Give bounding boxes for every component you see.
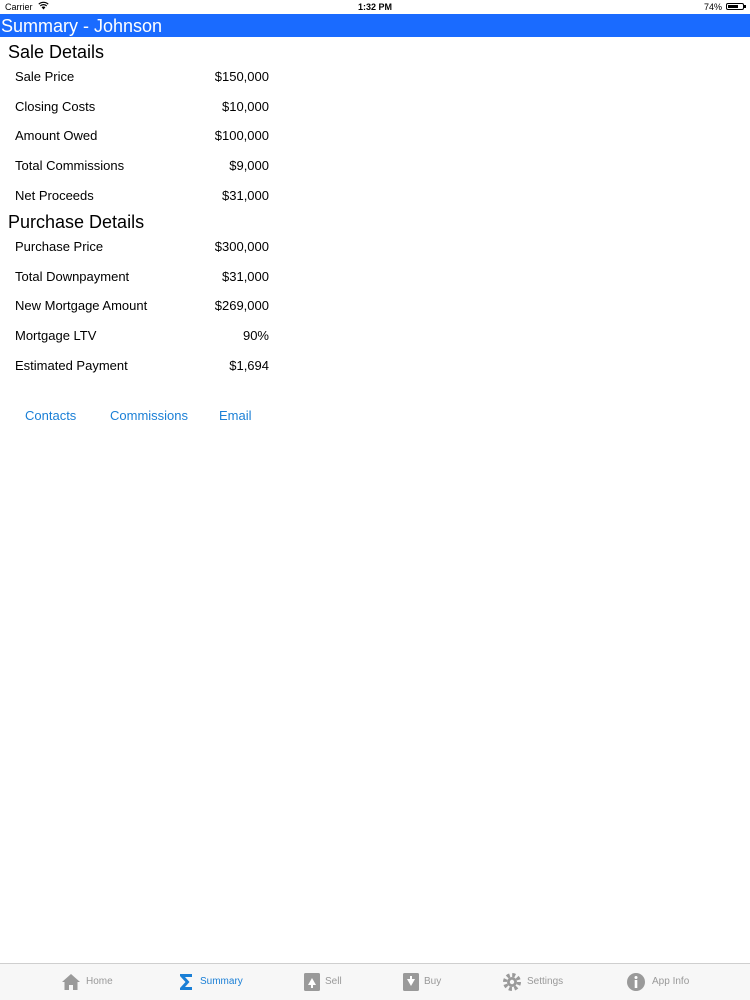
row-label: Closing Costs (15, 99, 96, 114)
sigma-icon (177, 972, 197, 992)
tab-buy[interactable]: Buy (397, 964, 452, 1000)
sell-icon (302, 972, 322, 992)
sale-row-total-commissions: Total Commissions $9,000 (15, 156, 269, 176)
page-title: Summary - Johnson (1, 16, 163, 36)
purchase-row-purchase-price: Purchase Price $300,000 (15, 237, 269, 257)
row-label: Net Proceeds (15, 188, 94, 203)
row-value: 90% (242, 328, 269, 343)
row-value: $150,000 (214, 69, 269, 84)
row-label: Estimated Payment (15, 358, 128, 373)
buy-icon (401, 972, 421, 992)
tab-label: Sell (325, 976, 342, 987)
purchase-row-estimated-payment: Estimated Payment $1,694 (15, 356, 269, 376)
tab-bar: Home Summary Sell Buy Settings App Info (0, 963, 750, 1000)
sale-row-net-proceeds: Net Proceeds $31,000 (15, 186, 269, 206)
row-value: $300,000 (214, 239, 269, 254)
row-label: Purchase Price (15, 239, 104, 254)
tab-label: Settings (527, 976, 564, 987)
tab-summary[interactable]: Summary (172, 964, 252, 1000)
sale-row-amount-owed: Amount Owed $100,000 (15, 126, 269, 146)
row-label: New Mortgage Amount (15, 298, 148, 313)
commissions-link[interactable]: Commissions (110, 406, 188, 426)
purchase-row-new-mortgage-amount: New Mortgage Amount $269,000 (15, 296, 269, 316)
row-value: $269,000 (214, 298, 269, 313)
row-value: $1,694 (229, 358, 269, 373)
row-value: $100,000 (214, 128, 269, 143)
email-link[interactable]: Email (219, 406, 252, 426)
status-time: 1:32 PM (357, 2, 392, 12)
sale-row-sale-price: Sale Price $150,000 (15, 67, 269, 87)
tab-label: Home (86, 976, 113, 987)
info-icon (626, 972, 646, 992)
tab-sell[interactable]: Sell (298, 964, 353, 1000)
purchase-row-mortgage-ltv: Mortgage LTV 90% (15, 326, 269, 346)
row-value: $10,000 (222, 99, 269, 114)
contacts-link[interactable]: Contacts (25, 406, 76, 426)
tab-label: App Info (652, 976, 690, 987)
tab-app-info[interactable]: App Info (622, 964, 702, 1000)
row-value: $31,000 (222, 188, 269, 203)
tab-label: Summary (200, 976, 243, 987)
purchase-row-total-downpayment: Total Downpayment $31,000 (15, 267, 269, 287)
tab-home[interactable]: Home (55, 964, 125, 1000)
row-label: Total Downpayment (15, 269, 130, 284)
purchase-details-heading: Purchase Details (8, 212, 145, 232)
row-label: Total Commissions (15, 158, 125, 173)
row-value: $31,000 (222, 269, 269, 284)
sale-row-closing-costs: Closing Costs $10,000 (15, 97, 269, 117)
battery-icon (726, 3, 746, 10)
status-bar: Carrier 1:32 PM 74% (0, 0, 750, 14)
tab-label: Buy (424, 976, 442, 987)
title-bar: Summary - Johnson (0, 14, 750, 37)
row-label: Sale Price (15, 69, 75, 84)
tab-settings[interactable]: Settings (498, 964, 573, 1000)
home-icon (61, 972, 81, 992)
battery-percent: 74% (703, 2, 722, 12)
row-value: $9,000 (229, 158, 269, 173)
row-label: Mortgage LTV (15, 328, 97, 343)
sale-details-heading: Sale Details (8, 42, 105, 62)
row-label: Amount Owed (15, 128, 98, 143)
gear-icon (502, 972, 522, 992)
